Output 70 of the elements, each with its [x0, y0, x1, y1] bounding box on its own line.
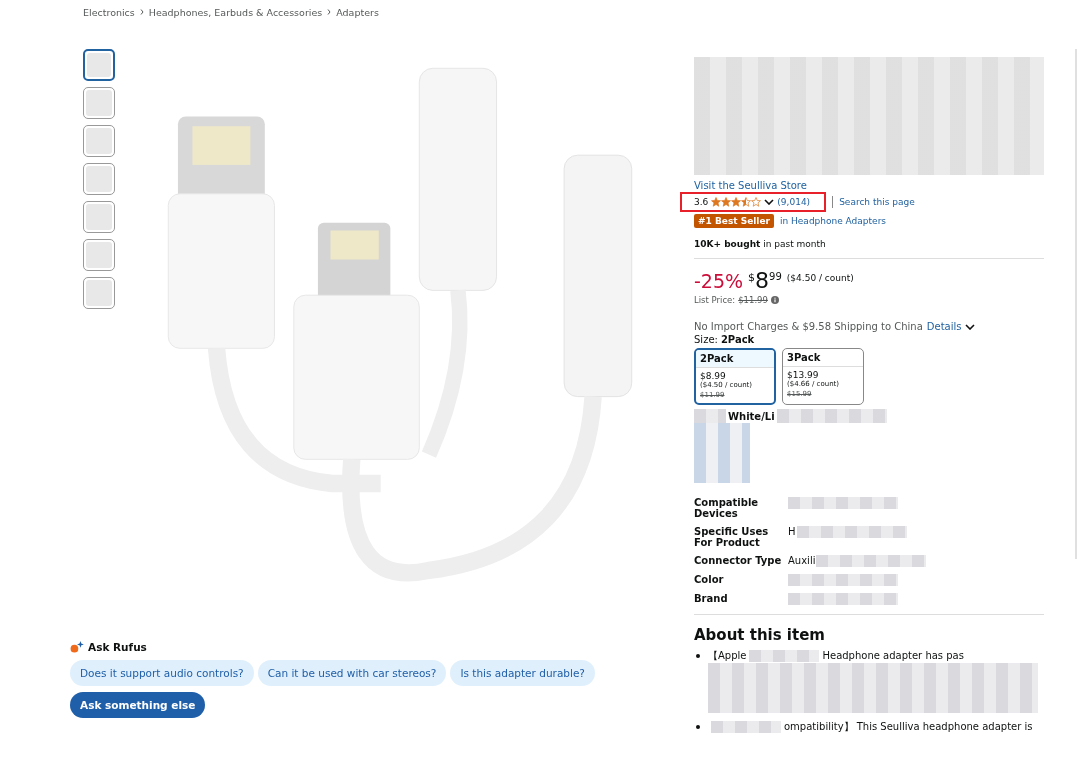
review-count-link[interactable]: (9,014)	[777, 197, 811, 207]
unit-price: ($4.50 / count)	[786, 273, 854, 283]
rating-score: 3.6	[694, 197, 709, 207]
photo-placeholder	[86, 280, 112, 306]
star-icon	[721, 197, 732, 207]
section-title: Ask Rufus	[88, 641, 147, 653]
color-value: White/Li	[728, 410, 775, 422]
photo-placeholder	[86, 166, 112, 192]
thumbnail[interactable]	[83, 163, 115, 195]
photo-placeholder	[86, 242, 112, 268]
caret-icon[interactable]	[965, 323, 976, 330]
spec-value: H	[788, 526, 796, 537]
category-link[interactable]: in Headphone Adapters	[780, 216, 887, 226]
bullet-text: 【Apple	[708, 650, 747, 661]
thumbnail[interactable]	[83, 125, 115, 157]
bullet-icon	[696, 725, 700, 729]
spec-label: Connector Type	[694, 555, 783, 567]
option-name: 2Pack	[696, 350, 774, 368]
star-icon	[751, 197, 762, 207]
question-chip[interactable]: Can it be used with car stereos?	[257, 660, 447, 686]
spec-label: Specific Uses For Product	[694, 526, 770, 548]
sparkle-icon	[70, 641, 84, 653]
spec-label: Brand	[694, 593, 729, 605]
search-page-link[interactable]: Search this page	[839, 197, 915, 207]
price-text: 8	[755, 270, 770, 292]
best-seller-badge: #1 Best Seller	[694, 214, 774, 228]
chevron-icon	[139, 9, 144, 15]
info-icon[interactable]	[770, 296, 779, 304]
question-chip[interactable]: Does it support audio controls?	[70, 660, 254, 686]
photo-placeholder	[86, 90, 112, 116]
currency-symbol: $	[748, 271, 756, 284]
ask-button[interactable]: Ask something else	[70, 692, 206, 718]
option-name: 3Pack	[783, 349, 863, 367]
bullet-text: Headphone adapter has pas	[822, 650, 964, 661]
details-link[interactable]: Details	[926, 321, 962, 332]
purchase-count: 10K+ bought in past month	[694, 239, 826, 249]
breadcrumb-link[interactable]: Headphones, Earbuds & Accessories	[148, 6, 323, 18]
photo-placeholder	[86, 204, 112, 230]
breadcrumb-link[interactable]: Electronics	[83, 6, 135, 18]
star-icon	[731, 197, 742, 207]
thumbnail[interactable]	[83, 239, 115, 271]
section-heading: About this item	[694, 626, 825, 644]
thumbnail[interactable]	[83, 277, 115, 309]
bullet-icon	[696, 654, 700, 658]
photo-placeholder	[87, 53, 111, 77]
spec-label: Color	[694, 574, 725, 586]
size-label: Size:	[694, 334, 718, 345]
photo-placeholder	[86, 128, 112, 154]
thumbnail[interactable]	[83, 87, 115, 119]
chevron-icon	[327, 9, 332, 15]
question-chip[interactable]: Is this adapter durable?	[450, 660, 595, 686]
breadcrumb-link[interactable]: Adapters	[336, 6, 379, 18]
option-price: $13.99	[787, 370, 820, 380]
option-price: $8.99	[700, 371, 727, 381]
spec-value: Auxili	[788, 555, 816, 566]
size-value: 2Pack	[720, 334, 755, 345]
discount-text: -25%	[694, 270, 744, 292]
list-price-label: List Price:	[694, 295, 736, 305]
spec-label: Compatible Devices	[694, 497, 760, 519]
list-price: $11.99	[738, 295, 768, 305]
price-cents: 99	[769, 271, 782, 282]
star-icon	[711, 197, 722, 207]
thumbnail[interactable]	[83, 49, 115, 81]
shipping-text: No Import Charges & $9.58 Shipping to China	[694, 321, 923, 332]
redacted-block	[711, 721, 781, 733]
thumbnail[interactable]	[83, 201, 115, 233]
caret-icon[interactable]	[764, 199, 775, 205]
store-link[interactable]: Visit the Seulliva Store	[694, 180, 807, 191]
bullet-text: ompatibility】 This Seulliva headphone adapter is	[784, 721, 1033, 732]
star-icon	[741, 197, 752, 207]
